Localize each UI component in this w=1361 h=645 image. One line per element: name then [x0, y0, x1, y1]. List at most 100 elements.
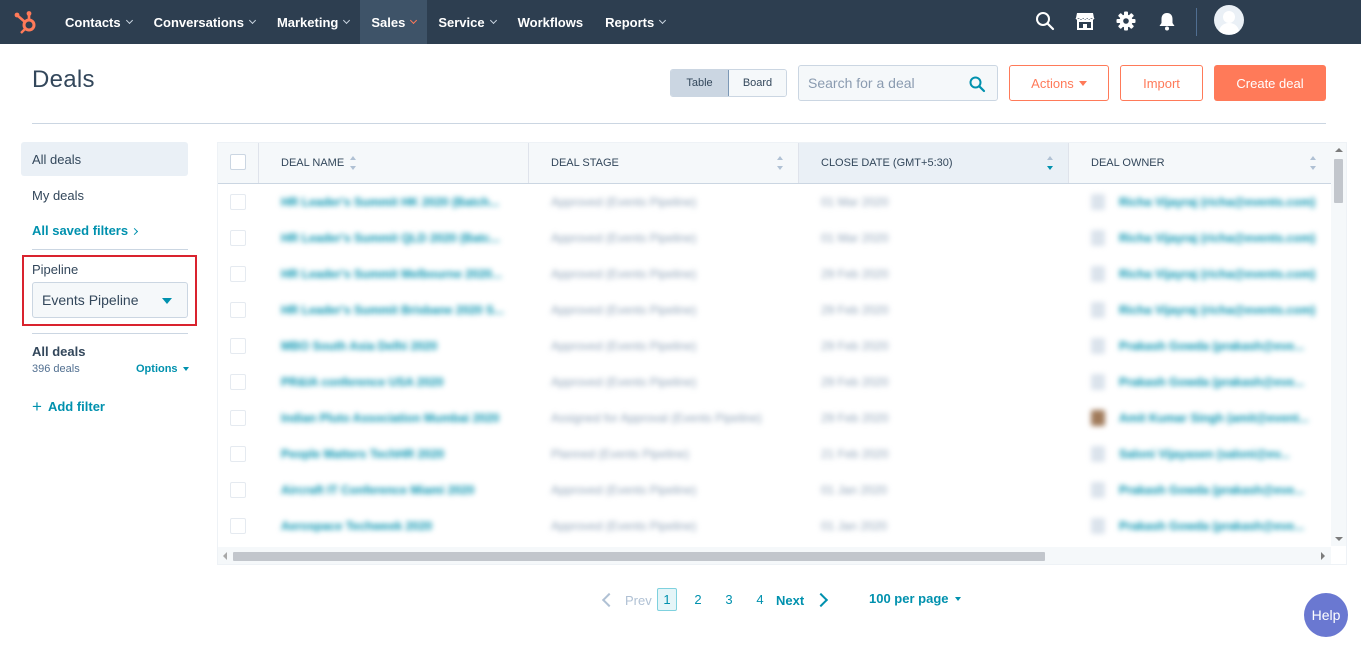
- nav-item-conversations[interactable]: Conversations: [143, 0, 266, 44]
- plus-icon: +: [32, 396, 42, 416]
- deal-name-link[interactable]: Aircraft IT Conference Miami 2020: [281, 472, 521, 508]
- top-navigation-bar: Contacts Conversations Marketing Sales Servi…: [0, 0, 1361, 44]
- scrollbar-thumb[interactable]: [233, 552, 1045, 561]
- pagination-page-2[interactable]: 2: [688, 588, 708, 611]
- view-options-dropdown[interactable]: Options: [136, 363, 189, 375]
- deal-stage-cell: Approved (Events Pipeline): [551, 303, 697, 317]
- deal-name-link[interactable]: Indian Pluto Association Mumbai 2020: [281, 400, 521, 436]
- row-checkbox[interactable]: [230, 266, 246, 282]
- column-header-close-date[interactable]: Close Date (GMT+5:30): [799, 143, 1069, 183]
- search-icon[interactable]: [1034, 10, 1056, 32]
- all-saved-filters-link[interactable]: All saved filters: [32, 223, 139, 238]
- pipeline-select[interactable]: Events Pipeline: [32, 282, 188, 318]
- row-checkbox[interactable]: [230, 410, 246, 426]
- scroll-down-arrow-icon[interactable]: [1335, 537, 1343, 541]
- notifications-bell-icon[interactable]: [1156, 10, 1178, 32]
- table-view-button[interactable]: Table: [671, 70, 729, 96]
- deal-owner-cell[interactable]: Prakash Gowda (prakash@eve...: [1091, 364, 1319, 400]
- deal-name-link[interactable]: HR Leader's Summit QLD 2020 (Batc...: [281, 220, 521, 256]
- owner-avatar-icon: [1091, 482, 1105, 498]
- create-deal-button[interactable]: Create deal: [1214, 65, 1326, 101]
- sidebar-item-all-deals[interactable]: All deals: [21, 142, 188, 176]
- scrollbar-thumb[interactable]: [1334, 159, 1343, 203]
- owner-avatar-icon: [1091, 374, 1105, 390]
- deal-stage-cell: Approved (Events Pipeline): [551, 483, 697, 497]
- scroll-left-arrow-icon[interactable]: [223, 552, 227, 560]
- user-avatar[interactable]: [1214, 5, 1244, 35]
- close-date-cell: 01 Jan 2020: [821, 519, 888, 533]
- row-checkbox[interactable]: [230, 518, 246, 534]
- column-header-deal-owner[interactable]: Deal Owner: [1069, 143, 1331, 183]
- help-button[interactable]: Help: [1304, 593, 1348, 637]
- pagination-page-4[interactable]: 4: [750, 588, 770, 611]
- scroll-right-arrow-icon[interactable]: [1321, 552, 1325, 560]
- deal-name-link[interactable]: Aerospace Techweek 2020: [281, 508, 521, 544]
- nav-item-label: Reports: [605, 14, 655, 30]
- row-checkbox[interactable]: [230, 338, 246, 354]
- deal-owner-cell[interactable]: Prakash Gowda (prakash@eve...: [1091, 508, 1319, 544]
- row-checkbox[interactable]: [230, 446, 246, 462]
- table-row: MBO South Asia Delhi 2020 Approved (Event…: [218, 328, 1331, 364]
- deal-name-link[interactable]: PR&IA conference USA 2020: [281, 364, 521, 400]
- pagination-page-1[interactable]: 1: [657, 588, 677, 611]
- nav-item-service[interactable]: Service: [427, 0, 506, 44]
- table-row: HR Leader's Summit Melbourne 2020... Appr…: [218, 256, 1331, 292]
- table-header-row: Deal Name Deal Stage Close Date (GMT+5:3…: [218, 143, 1331, 184]
- pagination-prev-button[interactable]: Prev: [598, 588, 652, 612]
- select-all-checkbox[interactable]: [230, 154, 246, 170]
- vertical-scrollbar[interactable]: [1331, 143, 1346, 546]
- chevron-right-icon: [814, 592, 829, 608]
- per-page-dropdown[interactable]: 100 per page: [869, 591, 961, 606]
- nav-item-reports[interactable]: Reports: [594, 0, 676, 44]
- actions-dropdown-button[interactable]: Actions: [1009, 65, 1109, 101]
- table-row: Aircraft IT Conference Miami 2020 Approve…: [218, 472, 1331, 508]
- row-checkbox[interactable]: [230, 374, 246, 390]
- chevron-down-icon: [343, 16, 351, 25]
- hubspot-logo-icon[interactable]: [12, 8, 40, 36]
- deal-owner-cell[interactable]: Richa Vijayraj (richa@events.com): [1091, 256, 1319, 292]
- column-label: Close Date (GMT+5:30): [821, 157, 953, 169]
- add-filter-button[interactable]: + Add filter: [32, 396, 105, 416]
- board-view-button[interactable]: Board: [729, 70, 786, 96]
- scroll-up-arrow-icon[interactable]: [1335, 148, 1343, 152]
- deal-owner-cell[interactable]: Richa Vijayraj (richa@events.com): [1091, 292, 1319, 328]
- options-label: Options: [136, 363, 178, 375]
- deal-search-input[interactable]: [799, 66, 963, 100]
- row-checkbox[interactable]: [230, 230, 246, 246]
- deal-owner-cell[interactable]: Prakash Gowda (prakash@eve...: [1091, 328, 1319, 364]
- deal-owner-cell[interactable]: Richa Vijayraj (richa@events.com): [1091, 220, 1319, 256]
- deal-owner-cell[interactable]: Richa Vijayraj (richa@events.com): [1091, 184, 1319, 220]
- deal-name-link[interactable]: People Matters TechHR 2020: [281, 436, 521, 472]
- nav-item-sales[interactable]: Sales: [360, 0, 428, 44]
- nav-item-workflows[interactable]: Workflows: [507, 0, 595, 44]
- sort-icon: [777, 156, 784, 170]
- chevron-down-icon: [410, 16, 418, 25]
- sidebar-item-my-deals[interactable]: My deals: [21, 178, 188, 212]
- marketplace-icon[interactable]: [1074, 10, 1096, 32]
- pagination-next-button[interactable]: Next: [776, 588, 829, 612]
- deal-name-link[interactable]: MBO South Asia Delhi 2020: [281, 328, 521, 364]
- column-header-deal-name[interactable]: Deal Name: [259, 143, 529, 183]
- import-button[interactable]: Import: [1120, 65, 1203, 101]
- nav-item-contacts[interactable]: Contacts: [54, 0, 143, 44]
- row-checkbox[interactable]: [230, 194, 246, 210]
- deal-search-box: [798, 65, 998, 101]
- deal-owner-cell[interactable]: Saloni Vijayasen (saloni@ev...: [1091, 436, 1319, 472]
- search-icon[interactable]: [968, 75, 986, 93]
- row-checkbox[interactable]: [230, 482, 246, 498]
- settings-gear-icon[interactable]: [1115, 10, 1137, 32]
- owner-name: Amit Kumar Singh (amit@event...: [1119, 411, 1309, 425]
- nav-item-marketing[interactable]: Marketing: [266, 0, 360, 44]
- close-date-cell: 29 Feb 2020: [821, 339, 889, 353]
- deal-owner-cell[interactable]: Amit Kumar Singh (amit@event...: [1091, 400, 1319, 436]
- column-header-deal-stage[interactable]: Deal Stage: [529, 143, 799, 183]
- owner-name: Prakash Gowda (prakash@eve...: [1119, 375, 1305, 389]
- deal-owner-cell[interactable]: Prakash Gowda (prakash@eve...: [1091, 472, 1319, 508]
- horizontal-scrollbar[interactable]: [218, 547, 1331, 564]
- row-checkbox[interactable]: [230, 302, 246, 318]
- pagination-page-3[interactable]: 3: [719, 588, 739, 611]
- deal-name-link[interactable]: HR Leader's Summit Melbourne 2020...: [281, 256, 521, 292]
- chevron-right-icon: [131, 227, 139, 236]
- deal-name-link[interactable]: HR Leader's Summit HK 2020 (Batch...: [281, 184, 521, 220]
- deal-name-link[interactable]: HR Leader's Summit Brisbane 2020 S...: [281, 292, 521, 328]
